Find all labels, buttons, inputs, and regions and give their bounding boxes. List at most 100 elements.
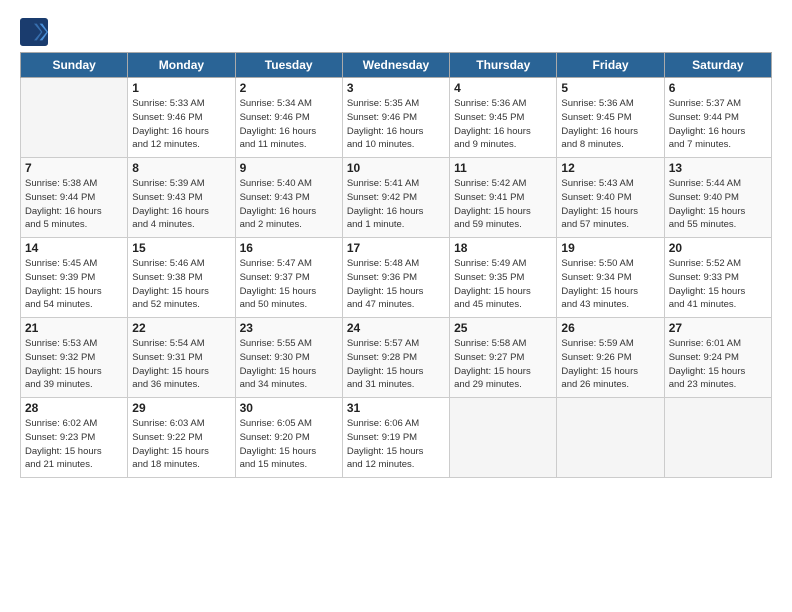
cell-info: Daylight: 16 hours [132,125,230,139]
cell-info: Sunrise: 5:59 AM [561,337,659,351]
cell-info: and 39 minutes. [25,378,123,392]
cell-info: Sunrise: 5:50 AM [561,257,659,271]
cell-info: Daylight: 15 hours [25,365,123,379]
cell-info: Sunrise: 5:39 AM [132,177,230,191]
cell-info: Sunrise: 5:36 AM [454,97,552,111]
cell-info: and 34 minutes. [240,378,338,392]
day-header-monday: Monday [128,53,235,78]
calendar-cell: 25Sunrise: 5:58 AMSunset: 9:27 PMDayligh… [450,318,557,398]
day-number: 2 [240,81,338,95]
cell-info: and 12 minutes. [347,458,445,472]
cell-info: Sunset: 9:46 PM [240,111,338,125]
calendar-cell: 4Sunrise: 5:36 AMSunset: 9:45 PMDaylight… [450,78,557,158]
cell-info: and 9 minutes. [454,138,552,152]
cell-info: Sunset: 9:28 PM [347,351,445,365]
cell-info: and 7 minutes. [669,138,767,152]
cell-info: Daylight: 15 hours [132,285,230,299]
day-header-wednesday: Wednesday [342,53,449,78]
cell-info: and 41 minutes. [669,298,767,312]
cell-info: Sunrise: 5:54 AM [132,337,230,351]
cell-info: and 55 minutes. [669,218,767,232]
cell-info: and 50 minutes. [240,298,338,312]
day-number: 21 [25,321,123,335]
cell-info: Sunset: 9:39 PM [25,271,123,285]
cell-info: Sunrise: 5:46 AM [132,257,230,271]
day-number: 3 [347,81,445,95]
cell-info: Sunrise: 5:58 AM [454,337,552,351]
cell-info: and 31 minutes. [347,378,445,392]
cell-info: Sunset: 9:46 PM [132,111,230,125]
calendar-cell: 27Sunrise: 6:01 AMSunset: 9:24 PMDayligh… [664,318,771,398]
cell-info: Sunrise: 6:03 AM [132,417,230,431]
cell-info: Daylight: 15 hours [347,445,445,459]
cell-info: and 26 minutes. [561,378,659,392]
day-number: 10 [347,161,445,175]
day-number: 25 [454,321,552,335]
day-number: 27 [669,321,767,335]
week-row-2: 7Sunrise: 5:38 AMSunset: 9:44 PMDaylight… [21,158,772,238]
cell-info: Sunset: 9:33 PM [669,271,767,285]
day-number: 30 [240,401,338,415]
cell-info: and 18 minutes. [132,458,230,472]
cell-info: Sunrise: 5:53 AM [25,337,123,351]
day-number: 17 [347,241,445,255]
calendar-cell: 21 Sunrise: 5:53 AMSunset: 9:32 PMDayligh… [21,318,128,398]
cell-info: Sunset: 9:20 PM [240,431,338,445]
calendar-cell [557,398,664,478]
calendar-cell: 23Sunrise: 5:55 AMSunset: 9:30 PMDayligh… [235,318,342,398]
calendar-cell: 11Sunrise: 5:42 AMSunset: 9:41 PMDayligh… [450,158,557,238]
cell-info: Daylight: 15 hours [669,285,767,299]
cell-info: Sunrise: 6:05 AM [240,417,338,431]
cell-info: and 10 minutes. [347,138,445,152]
calendar-cell: 8Sunrise: 5:39 AMSunset: 9:43 PMDaylight… [128,158,235,238]
cell-info: Sunset: 9:46 PM [347,111,445,125]
cell-info: Sunrise: 6:01 AM [669,337,767,351]
cell-info: and 21 minutes. [25,458,123,472]
day-number: 19 [561,241,659,255]
calendar-cell: 18Sunrise: 5:49 AMSunset: 9:35 PMDayligh… [450,238,557,318]
cell-info: Daylight: 16 hours [240,205,338,219]
calendar-cell: 26Sunrise: 5:59 AMSunset: 9:26 PMDayligh… [557,318,664,398]
day-number: 13 [669,161,767,175]
cell-info: Sunrise: 5:47 AM [240,257,338,271]
cell-info: Sunset: 9:22 PM [132,431,230,445]
calendar-cell: 13Sunrise: 5:44 AMSunset: 9:40 PMDayligh… [664,158,771,238]
calendar-cell [21,78,128,158]
cell-info: Daylight: 15 hours [132,365,230,379]
cell-info: Sunset: 9:30 PM [240,351,338,365]
cell-info: and 4 minutes. [132,218,230,232]
day-number: 24 [347,321,445,335]
calendar-cell: 7Sunrise: 5:38 AMSunset: 9:44 PMDaylight… [21,158,128,238]
week-row-4: 21Sunrise: 5:53 AMSunset: 9:32 PMDayligh… [21,318,772,398]
cell-info: Daylight: 15 hours [347,285,445,299]
header [20,18,772,46]
calendar-cell: 30Sunrise: 6:05 AMSunset: 9:20 PMDayligh… [235,398,342,478]
cell-info: Sunrise: 5:48 AM [347,257,445,271]
cell-info: Sunrise: 6:02 AM [25,417,123,431]
cell-info: Sunset: 9:32 PM [25,351,123,365]
calendar-cell: 3Sunrise: 5:35 AMSunset: 9:46 PMDaylight… [342,78,449,158]
cell-info: Sunset: 9:44 PM [669,111,767,125]
week-row-3: 14Sunrise: 5:45 AMSunset: 9:39 PMDayligh… [21,238,772,318]
cell-info: and 59 minutes. [454,218,552,232]
calendar-cell: 16Sunrise: 5:47 AMSunset: 9:37 PMDayligh… [235,238,342,318]
cell-info: Daylight: 16 hours [240,125,338,139]
calendar-cell: 12Sunrise: 5:43 AMSunset: 9:40 PMDayligh… [557,158,664,238]
cell-info: and 8 minutes. [561,138,659,152]
day-number: 29 [132,401,230,415]
cell-info: Sunrise: 5:35 AM [347,97,445,111]
day-number: 12 [561,161,659,175]
day-number: 7 [25,161,123,175]
cell-info: Daylight: 15 hours [347,365,445,379]
cell-info: Sunset: 9:24 PM [669,351,767,365]
cell-info: Daylight: 16 hours [25,205,123,219]
cell-info: Sunset: 9:35 PM [454,271,552,285]
cell-info: Sunrise: 5:36 AM [561,97,659,111]
cell-info: Sunrise: 5:42 AM [454,177,552,191]
day-header-tuesday: Tuesday [235,53,342,78]
cell-info: Sunset: 9:36 PM [347,271,445,285]
week-row-5: 28Sunrise: 6:02 AMSunset: 9:23 PMDayligh… [21,398,772,478]
cell-info: Daylight: 15 hours [561,285,659,299]
cell-info: and 29 minutes. [454,378,552,392]
day-number: 1 [132,81,230,95]
